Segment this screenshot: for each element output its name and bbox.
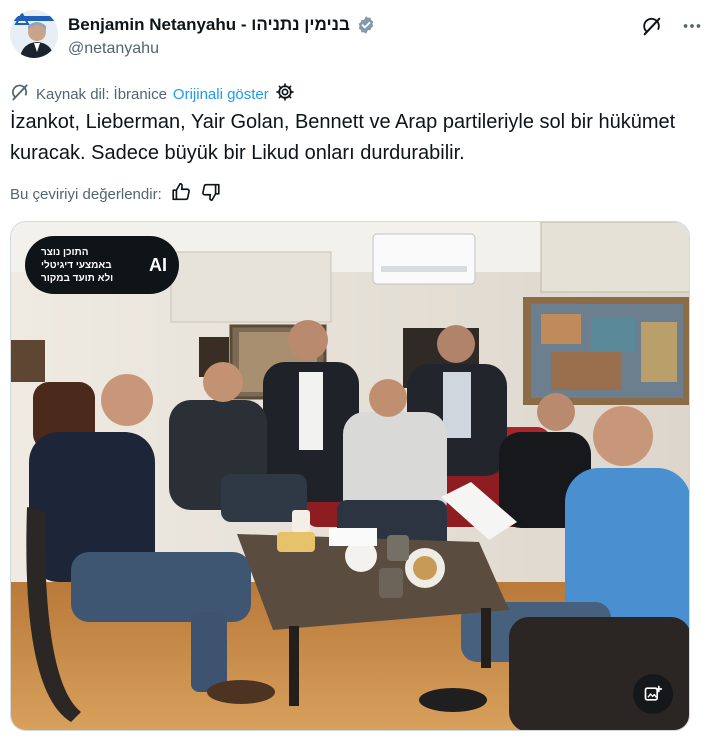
tweet-header: Benjamin Netanyahu - בנימין נתניהו @neta… — [10, 10, 704, 66]
tweet-photo[interactable]: התוכן נוצר באמצעי דיגיטלי ולא תועד במקור… — [10, 221, 690, 731]
thumbs-up-icon[interactable] — [170, 181, 192, 207]
grok-icon[interactable] — [640, 14, 664, 38]
ai-badge-text: התוכן נוצר באמצעי דיגיטלי ולא תועד במקור — [41, 246, 141, 285]
translate-icon — [10, 82, 30, 106]
thumbs-down-icon[interactable] — [200, 181, 222, 207]
ai-badge-line: התוכן נוצר — [41, 246, 89, 258]
tweet-text: İzankot, Lieberman, Yair Golan, Bennett … — [10, 111, 676, 164]
show-original-link[interactable]: Orijinali göster — [173, 86, 269, 103]
photo-scene — [11, 222, 689, 730]
translation-notice: Kaynak dil: İbranice Orijinali göster — [10, 82, 295, 106]
verified-badge-icon — [356, 15, 376, 35]
author-display-name[interactable]: Benjamin Netanyahu - בנימין נתניהו — [68, 15, 350, 35]
rate-translation: Bu çeviriyi değerlendir: — [10, 181, 222, 207]
settings-gear-icon[interactable] — [275, 82, 295, 106]
ai-badge-line: ולא תועד במקור — [41, 272, 114, 284]
more-icon[interactable] — [680, 14, 704, 38]
translation-source-label: Kaynak dil: İbranice — [36, 85, 167, 103]
avatar[interactable] — [10, 10, 58, 58]
image-action-icon[interactable] — [633, 674, 673, 714]
ai-badge-mark: AI — [149, 254, 167, 275]
rate-translation-label: Bu çeviriyi değerlendir: — [10, 185, 162, 203]
ai-badge-line: באמצעי דיגיטלי — [41, 259, 112, 271]
ai-generated-badge[interactable]: התוכן נוצר באמצעי דיגיטלי ולא תועד במקור… — [25, 236, 179, 294]
author-handle[interactable]: @netanyahu — [68, 40, 159, 58]
